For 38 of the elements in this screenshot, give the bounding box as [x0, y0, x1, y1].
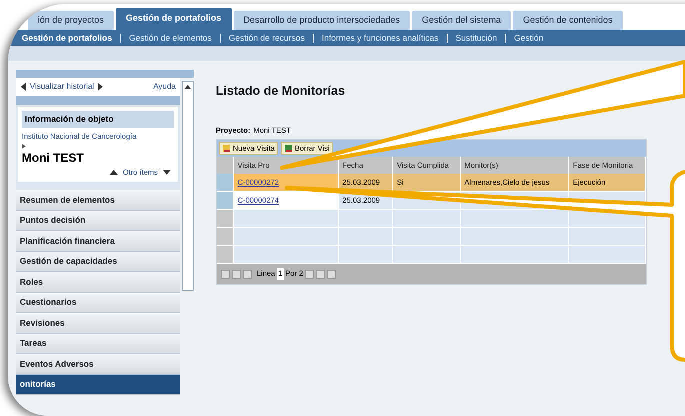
sub-nav-link[interactable]: Gestión — [514, 32, 544, 44]
row-selector[interactable] — [217, 192, 234, 209]
row-selector[interactable] — [217, 174, 234, 191]
sidebar-item[interactable]: Puntos decisión — [16, 210, 180, 232]
sidebar-item[interactable]: Tareas — [16, 334, 180, 354]
sub-nav-link[interactable]: Gestión de recursos — [228, 32, 305, 44]
sub-nav-link[interactable]: Informes y funciones analíticas — [322, 32, 439, 44]
top-tab[interactable]: Gestión de portafolios — [116, 8, 232, 30]
expand-icon — [22, 144, 26, 149]
row-selector[interactable] — [217, 246, 234, 263]
top-tab[interactable]: Gestión del sistema — [412, 11, 512, 30]
sidebar-item[interactable]: Cuestionarios — [16, 292, 180, 314]
document-icon — [284, 144, 293, 153]
forward-arrow-icon — [97, 82, 104, 92]
sidebar-item[interactable]: Planificación financiera — [16, 231, 180, 252]
history-link[interactable]: Visualizar historial — [30, 81, 94, 93]
sidebar-item[interactable]: Revisiones — [16, 313, 180, 334]
sidebar-item[interactable]: Gestión de capacidades — [16, 252, 180, 272]
sidebar-item[interactable]: Resumen de elementos — [16, 190, 180, 211]
sidebar-item[interactable]: onitorías — [16, 374, 180, 396]
sidebar-item[interactable]: Roles — [16, 272, 180, 293]
down-arrow-icon — [162, 168, 172, 178]
page-title: Listado de Monitorías — [216, 83, 346, 100]
sub-nav-link[interactable]: Gestión de elementos — [129, 32, 212, 44]
top-tab[interactable]: Desarrollo de producto intersociedades — [234, 11, 410, 30]
row-selector[interactable] — [217, 228, 234, 245]
top-tab[interactable]: Gestión de contenidos — [513, 11, 623, 30]
document-icon — [222, 144, 231, 153]
top-tab[interactable]: ión de proyectos — [28, 11, 114, 30]
back-arrow-icon — [20, 82, 27, 92]
help-link[interactable]: Ayuda — [153, 81, 176, 93]
row-selector[interactable] — [217, 210, 234, 227]
sub-nav-link[interactable]: Sustitución — [456, 32, 498, 44]
sidebar-item[interactable]: Eventos Adversos — [16, 354, 180, 375]
up-arrow-icon — [108, 168, 119, 178]
object-info-title: Información de objeto — [22, 111, 174, 128]
object-name: Moni TEST — [22, 150, 85, 167]
sub-nav-link[interactable]: Gestión de portafolios — [22, 32, 112, 44]
